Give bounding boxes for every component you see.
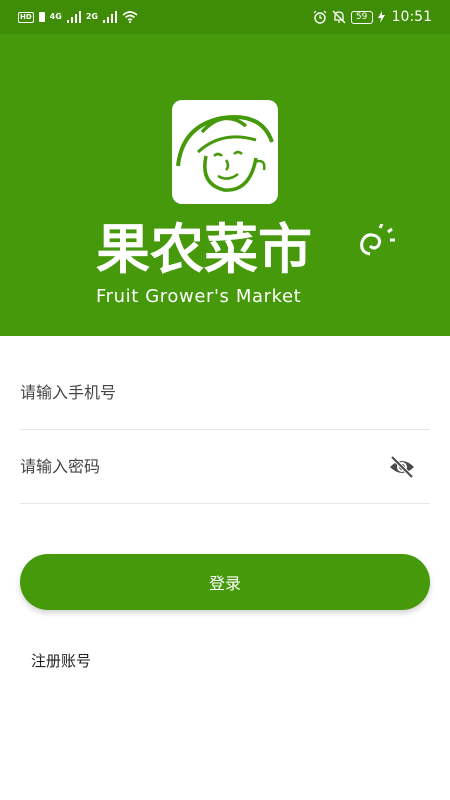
alarm-icon [313, 10, 327, 24]
wifi-icon [122, 11, 138, 23]
hd-badge: HD [18, 11, 34, 23]
farmer-face-logo-icon [176, 115, 274, 192]
clock-time: 10:51 [391, 9, 432, 25]
password-field[interactable] [20, 430, 430, 504]
brand-header: 果农菜市 Fruit Grower's Market [0, 34, 450, 336]
brand-name-en: Fruit Grower's Market [96, 286, 302, 307]
phone-field[interactable] [20, 356, 430, 430]
status-bar: HD 4G 2G 59 10:51 [0, 0, 450, 34]
phone-input[interactable] [20, 356, 430, 429]
network-type-2: 2G [85, 12, 98, 21]
eye-off-icon[interactable] [388, 454, 416, 480]
status-right: 59 10:51 [313, 9, 432, 25]
mute-icon [332, 10, 346, 24]
sun-swirl-icon [360, 224, 395, 256]
sim-icon [38, 12, 45, 22]
login-button[interactable]: 登录 [20, 554, 430, 610]
charging-icon [377, 11, 385, 23]
battery-icon: 59 [350, 10, 373, 24]
status-left: HD 4G 2G [18, 11, 138, 23]
register-account-link[interactable]: 注册账号 [31, 650, 91, 671]
brand-name-cn: 果农菜市 [96, 218, 312, 281]
password-input[interactable] [20, 430, 430, 503]
signal-icon [102, 11, 117, 23]
app-logo [172, 100, 278, 204]
signal-icon [66, 11, 81, 23]
network-type-1: 4G [49, 12, 62, 21]
